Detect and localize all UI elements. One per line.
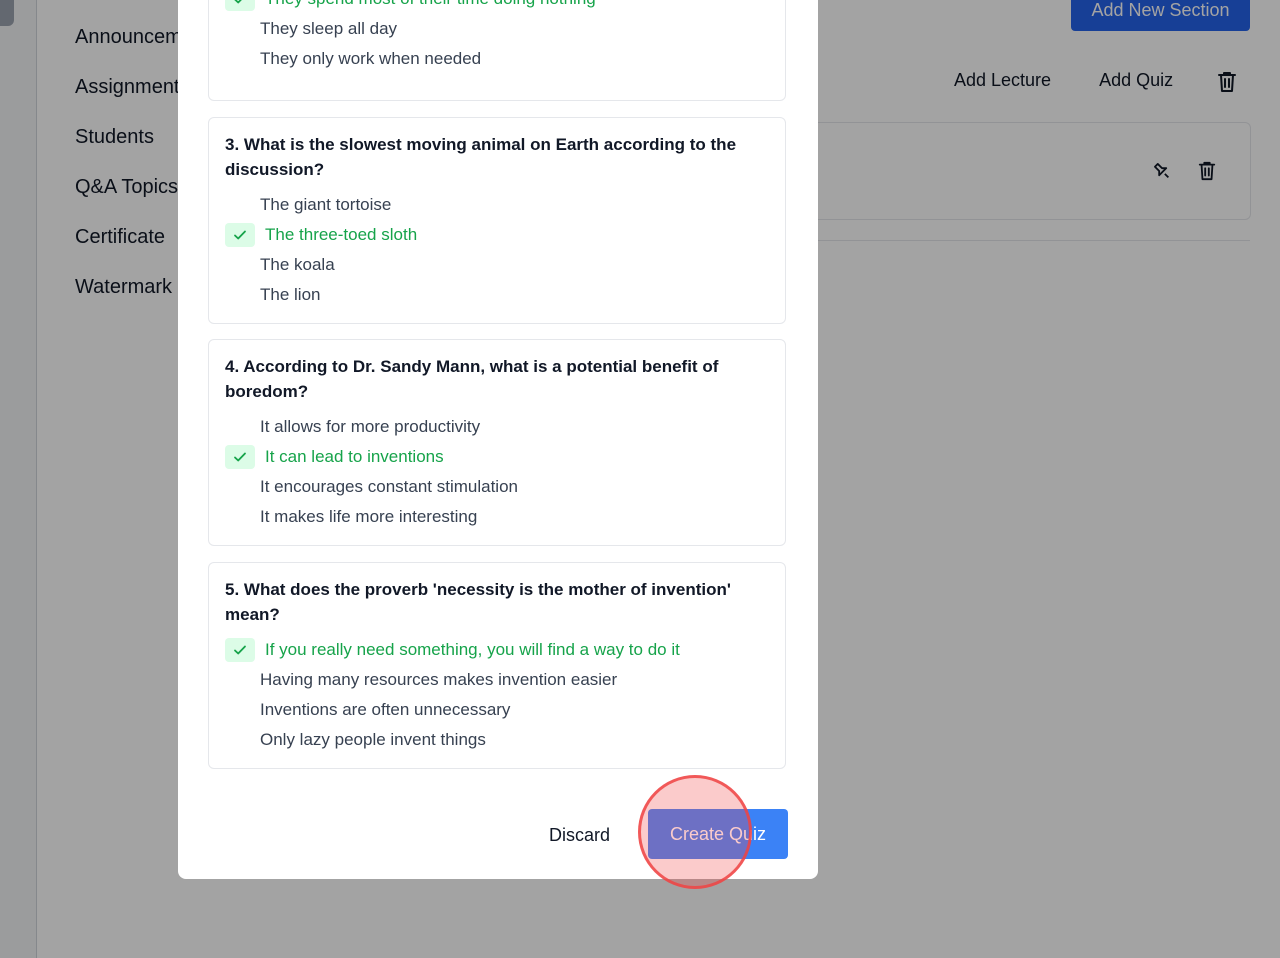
option-correct: The three-toed sloth (225, 220, 769, 250)
option-correct: If you really need something, you will f… (225, 635, 769, 665)
option: They only work when needed (260, 49, 482, 68)
option: The koala (260, 255, 335, 274)
check-icon (225, 0, 255, 11)
check-icon (225, 445, 255, 469)
option: It allows for more productivity (260, 417, 481, 436)
click-indicator (638, 775, 752, 889)
question-title: 5. What does the proverb 'necessity is t… (225, 580, 731, 624)
question-card: 3. What is the slowest moving animal on … (208, 117, 786, 324)
check-icon (225, 638, 255, 662)
create-quiz-modal: They spend most of their time doing noth… (178, 0, 818, 879)
question-card: They spend most of their time doing noth… (208, 0, 786, 101)
option: Having many resources makes invention ea… (260, 670, 618, 689)
option: Inventions are often unnecessary (260, 700, 511, 719)
question-card: 4. According to Dr. Sandy Mann, what is … (208, 339, 786, 546)
question-title: 3. What is the slowest moving animal on … (225, 135, 737, 179)
question-card: 5. What does the proverb 'necessity is t… (208, 562, 786, 769)
option: It encourages constant stimulation (260, 477, 518, 496)
option: The giant tortoise (260, 195, 392, 214)
option: Only lazy people invent things (260, 730, 486, 749)
option: The lion (260, 285, 321, 304)
check-icon (225, 223, 255, 247)
option-correct: They spend most of their time doing noth… (225, 0, 769, 14)
option-correct: It can lead to inventions (225, 442, 769, 472)
discard-button[interactable]: Discard (549, 825, 610, 846)
option: It makes life more interesting (260, 507, 478, 526)
question-title: 4. According to Dr. Sandy Mann, what is … (225, 357, 719, 401)
option: They sleep all day (260, 19, 398, 38)
